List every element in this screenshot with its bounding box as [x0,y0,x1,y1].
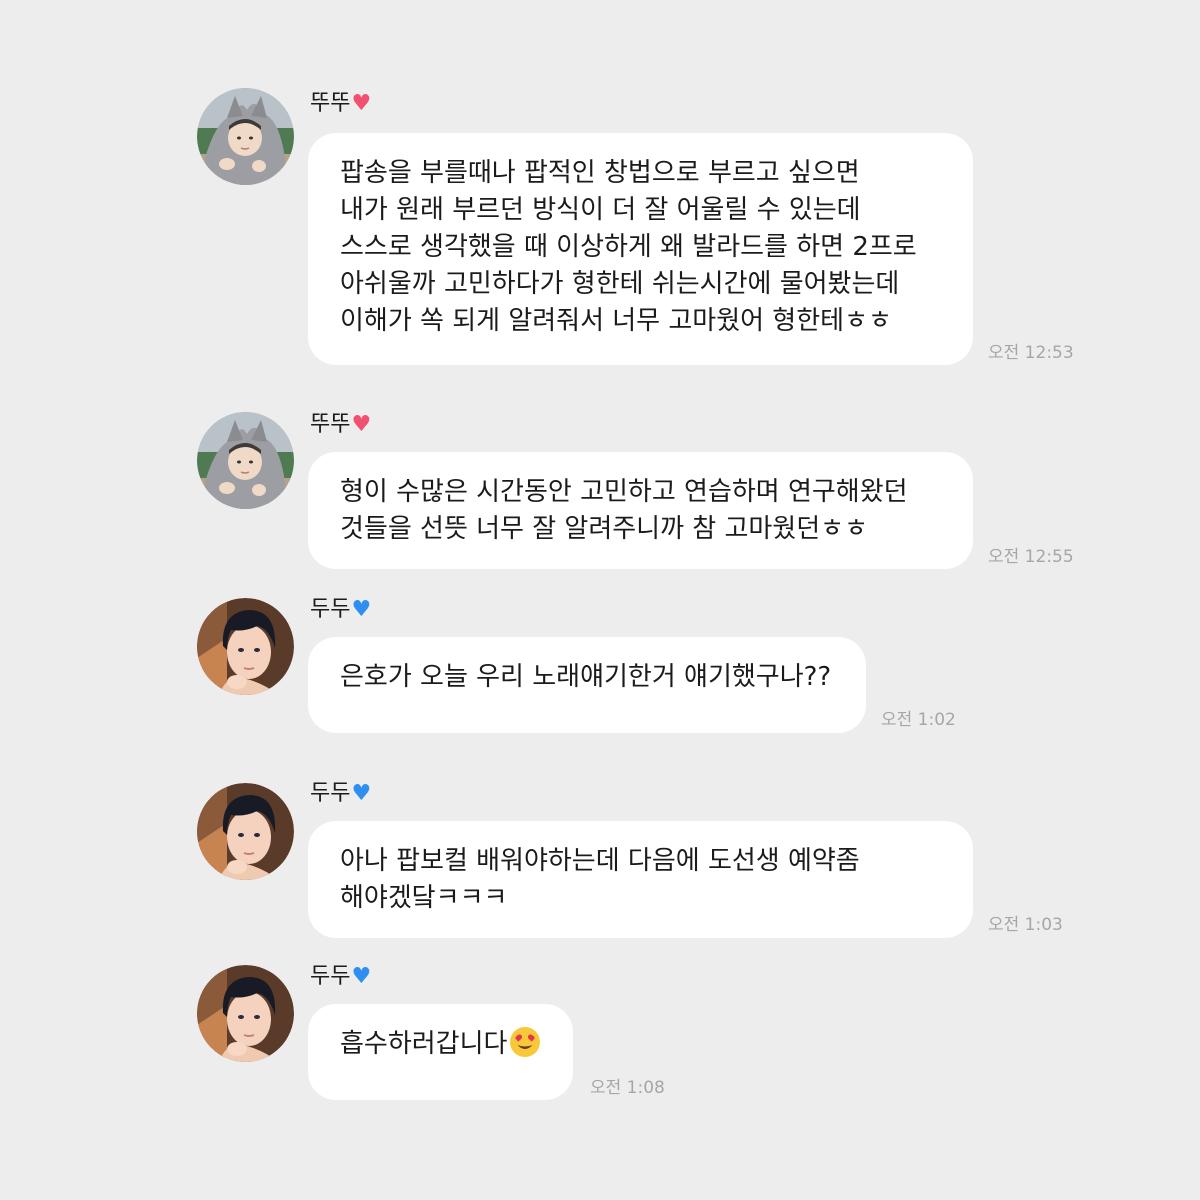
message-line: 형이 수많은 시간동안 고민하고 연습하며 연구해왔던 [340,477,908,507]
pink-heart-icon: ♥ [351,412,372,437]
message-line: 아쉬울까 고민하다가 형한테 쉬는시간에 물어봤는데 [340,269,900,299]
dark-hair-boy-avatar-icon [197,783,294,880]
sender-name: 뚜뚜♥ [310,91,371,117]
blue-heart-icon: ♥ [351,597,372,622]
message-line: 아나 팝보컬 배워야하는데 다음에 도선생 예약좀 [340,846,860,876]
message-timestamp: 오전 12:55 [988,547,1074,567]
message-line: 스스로 생각했을 때 이상하게 왜 발라드를 하면 2프로 [340,232,917,262]
sender-name-text: 두두 [310,964,351,989]
message-bubble[interactable]: 흡수하러갑니다 [308,1004,573,1100]
sender-name-text: 뚜뚜 [310,412,351,437]
profile-avatar[interactable] [197,598,294,695]
sender-name-text: 뚜뚜 [310,91,351,116]
message-line: 이해가 쏙 되게 알려줘서 너무 고마웠어 형한테ㅎㅎ [340,306,892,336]
message-line: 것들을 선뜻 너무 잘 알려주니까 참 고마웠던ㅎㅎ [340,514,868,544]
pink-heart-icon: ♥ [351,91,372,116]
message-line: 팝송을 부를때나 팝적인 창법으로 부르고 싶으면 [340,158,860,188]
profile-avatar[interactable] [197,783,294,880]
sender-name: 두두♥ [310,964,371,990]
blue-heart-icon: ♥ [351,964,372,989]
heart-eyes-emoji-icon [510,1027,541,1057]
dark-hair-boy-avatar-icon [197,965,294,1062]
message-line: 은호가 오늘 우리 노래얘기한거 얘기했구나?? [340,662,832,692]
sender-name: 두두♥ [310,597,371,623]
message-bubble[interactable]: 형이 수많은 시간동안 고민하고 연습하며 연구해왔던 것들을 선뜻 너무 잘 … [308,452,973,569]
message-timestamp: 오전 12:53 [988,343,1074,363]
blue-heart-icon: ♥ [351,781,372,806]
message-line: 흡수하러갑니다 [340,1026,545,1063]
chat-screen: { "messages": [ { "sender": "뚜뚜", "heart… [0,0,1200,1200]
sender-name: 뚜뚜♥ [310,412,371,438]
message-bubble[interactable]: 아나 팝보컬 배워야하는데 다음에 도선생 예약좀 해야겠닼ㅋㅋㅋ [308,821,973,938]
message-timestamp: 오전 1:08 [590,1078,665,1098]
sender-name: 두두♥ [310,781,371,807]
profile-avatar[interactable] [197,965,294,1062]
sender-name-text: 두두 [310,597,351,622]
message-bubble[interactable]: 팝송을 부를때나 팝적인 창법으로 부르고 싶으면 내가 원래 부르던 방식이 … [308,133,973,365]
wolf-hood-avatar-icon [197,412,294,509]
sender-name-text: 두두 [310,781,351,806]
wolf-hood-avatar-icon [197,88,294,185]
message-timestamp: 오전 1:02 [881,710,956,730]
message-bubble[interactable]: 은호가 오늘 우리 노래얘기한거 얘기했구나?? [308,637,866,733]
message-line: 해야겠닼ㅋㅋㅋ [340,883,508,913]
profile-avatar[interactable] [197,88,294,185]
dark-hair-boy-avatar-icon [197,598,294,695]
message-timestamp: 오전 1:03 [988,915,1063,935]
message-line: 내가 원래 부르던 방식이 더 잘 어울릴 수 있는데 [340,195,861,225]
profile-avatar[interactable] [197,412,294,509]
message-text: 흡수하러갑니다 [340,1029,508,1059]
